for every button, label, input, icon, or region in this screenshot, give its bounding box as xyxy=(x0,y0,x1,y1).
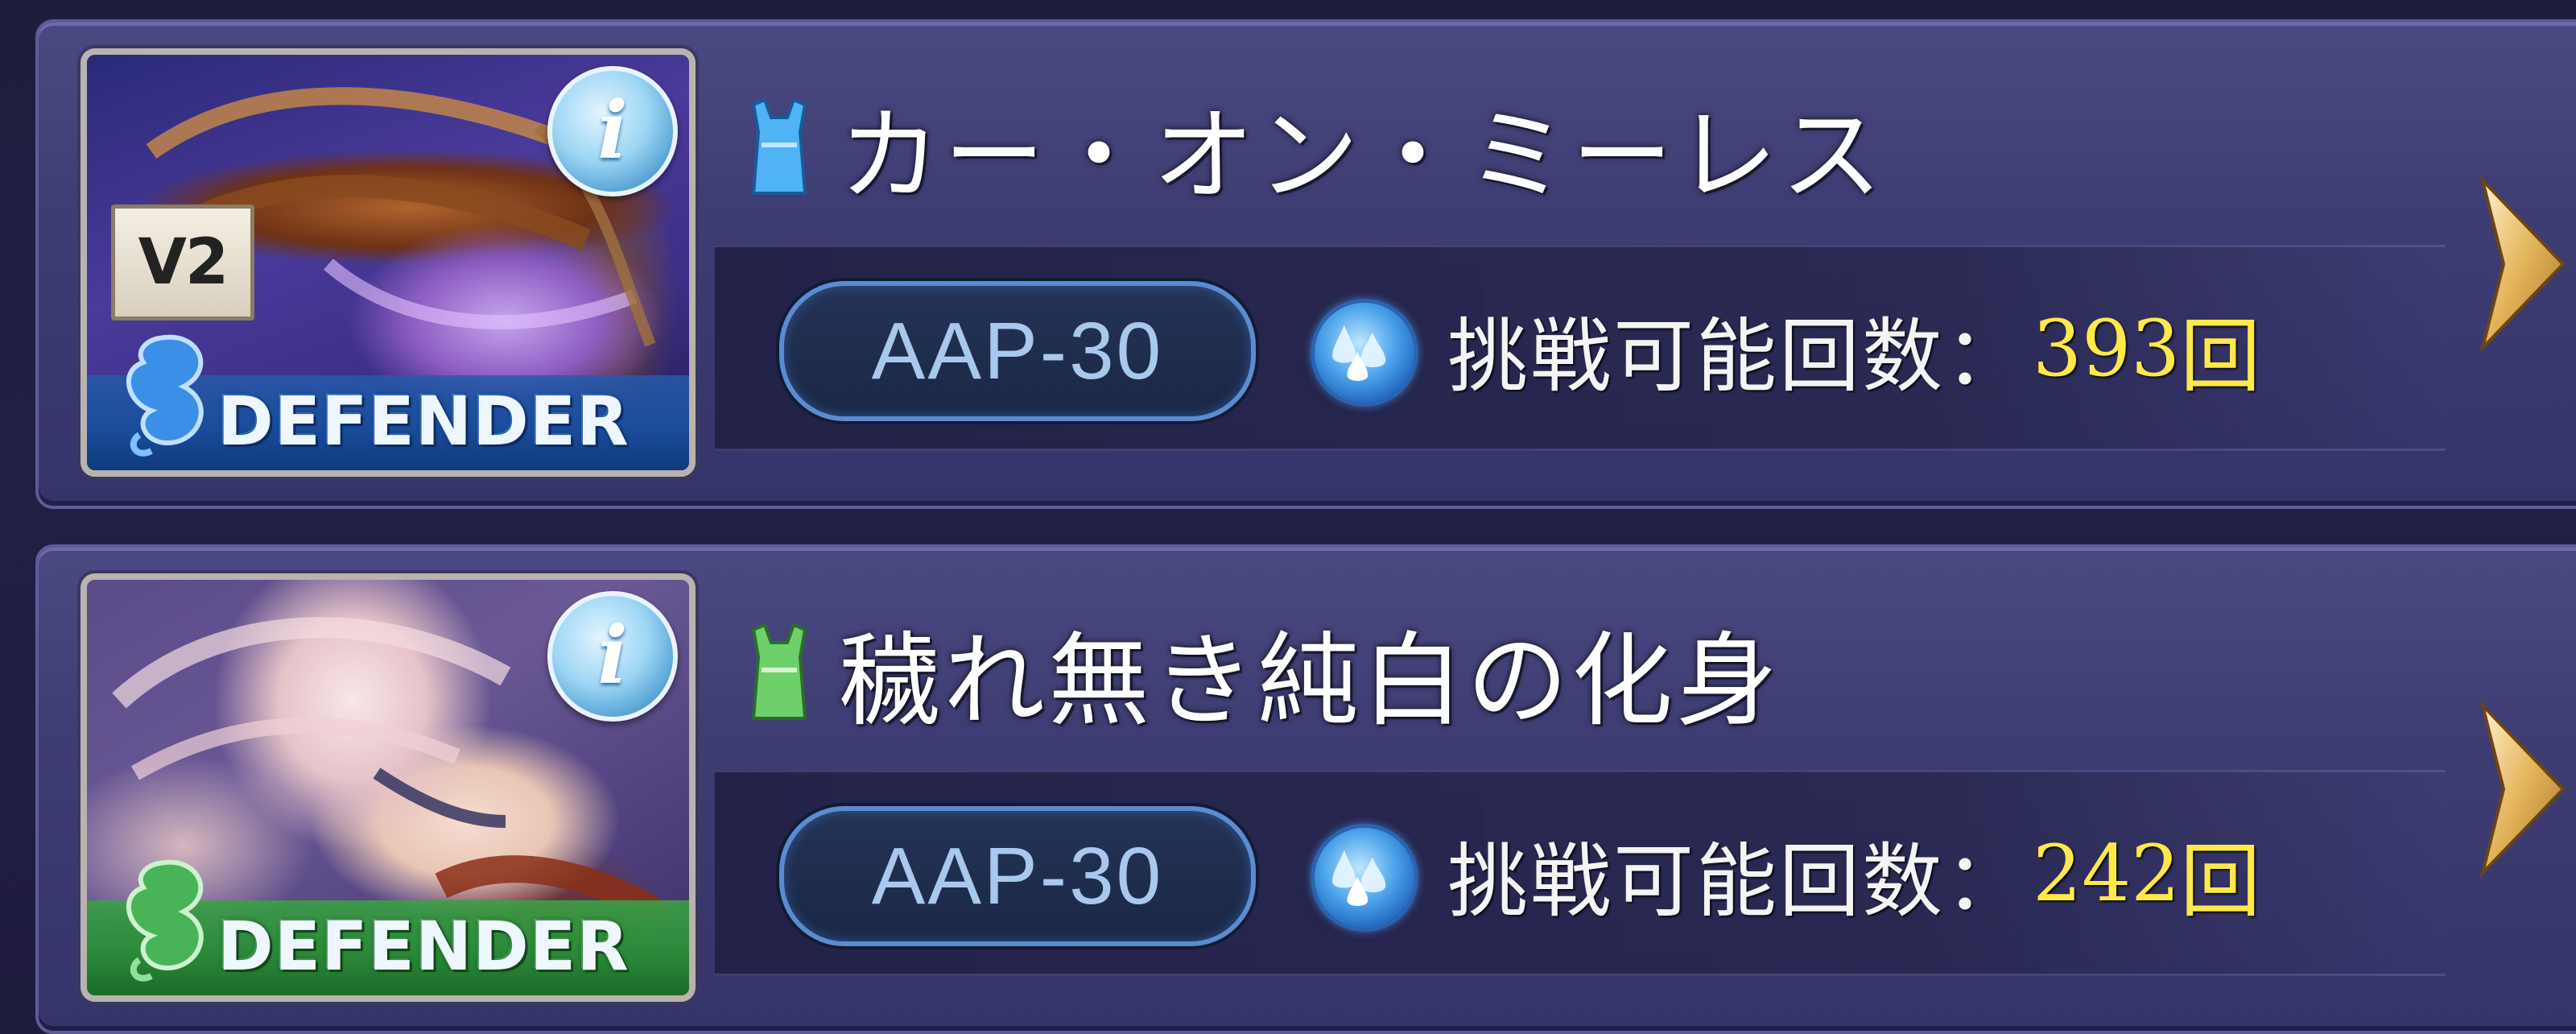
level-badge: AAP-30 xyxy=(779,806,1256,946)
role-label: DEFENDER xyxy=(217,907,630,986)
quest-info-strip: AAP-30 挑戦可能回数： 393 回 xyxy=(715,245,2446,451)
water-drop-icon xyxy=(1311,299,1418,407)
attempts-label: 挑戦可能回数： xyxy=(1447,833,2028,929)
quest-name: カー・オン・ミーレス xyxy=(839,97,1885,215)
attempts-unit: 回 xyxy=(2180,308,2261,403)
quest-row[interactable]: i V2 DEFENDER カー・オン・ミーレス AAP-30 挑戦可能回数： … xyxy=(35,19,2576,509)
boss-thumbnail[interactable]: i DEFENDER xyxy=(80,573,696,1002)
quest-name: 穢れ無き純白の化身 xyxy=(839,622,1781,740)
dragon-emblem-icon xyxy=(126,859,204,982)
attempts-remaining: 挑戦可能回数： 393 回 xyxy=(1447,284,2260,413)
attempts-remaining: 挑戦可能回数： 242 回 xyxy=(1447,809,2260,938)
quest-title: 穢れ無き純白の化身 xyxy=(747,596,1781,749)
quest-list: i V2 DEFENDER カー・オン・ミーレス AAP-30 挑戦可能回数： … xyxy=(0,0,2576,1034)
quest-row[interactable]: i DEFENDER 穢れ無き純白の化身 AAP-30 挑戦可能回数： 242 … xyxy=(35,544,2576,1034)
water-drop-icon xyxy=(1311,824,1418,932)
info-icon[interactable]: i xyxy=(547,66,678,196)
wind-element-icon xyxy=(751,622,807,720)
attempts-unit: 回 xyxy=(2180,833,2261,929)
attempts-count: 242 xyxy=(2033,829,2181,919)
boss-thumbnail[interactable]: i V2 DEFENDER xyxy=(80,48,696,477)
quest-info-strip: AAP-30 挑戦可能回数： 242 回 xyxy=(715,770,2446,976)
dragon-emblem-icon xyxy=(126,334,204,457)
attempts-label: 挑戦可能回数： xyxy=(1447,308,2028,403)
water-element-icon xyxy=(751,97,807,195)
version-badge: V2 xyxy=(111,205,254,321)
role-label: DEFENDER xyxy=(217,382,630,461)
role-banner: DEFENDER xyxy=(87,859,689,995)
quest-title: カー・オン・ミーレス xyxy=(747,71,1885,224)
attempts-count: 393 xyxy=(2033,304,2181,394)
chevron-right-icon[interactable] xyxy=(2473,701,2570,878)
info-icon[interactable]: i xyxy=(547,591,678,722)
role-banner: DEFENDER xyxy=(87,334,689,470)
chevron-right-icon[interactable] xyxy=(2473,176,2570,353)
level-badge: AAP-30 xyxy=(779,281,1256,421)
